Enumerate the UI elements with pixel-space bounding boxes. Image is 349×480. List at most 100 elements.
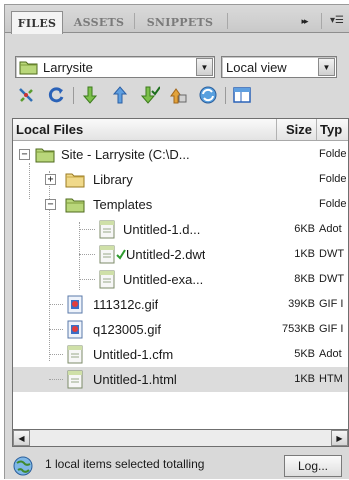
- file-type: Folde: [319, 148, 347, 160]
- tree-line: [49, 329, 63, 330]
- check-in-icon[interactable]: [167, 84, 189, 106]
- site-select-value: Larrysite: [43, 59, 93, 75]
- check-out-icon[interactable]: [139, 84, 161, 106]
- image-file-icon: [67, 320, 83, 339]
- template-file-icon: [99, 220, 115, 239]
- file-name: Untitled-1.d...: [123, 222, 201, 237]
- tree-line: [79, 229, 95, 230]
- view-select[interactable]: Local view ▼: [221, 56, 337, 78]
- log-button[interactable]: Log...: [284, 455, 342, 477]
- toolbar-divider: [73, 87, 74, 104]
- document-file-icon: [67, 370, 83, 389]
- tree-line: [49, 304, 63, 305]
- file-size: 5KB: [294, 348, 315, 360]
- tree-line: [79, 279, 95, 280]
- file-size: 753KB: [281, 323, 315, 335]
- file-size: [275, 167, 315, 192]
- template-file-icon: [99, 245, 115, 264]
- list-item[interactable]: + Library Folde: [13, 167, 348, 192]
- panel-tab-strip: FILES ASSETS SNIPPETS ▸▸ ▾☰: [5, 5, 349, 34]
- horizontal-scrollbar[interactable]: ◀ ▶: [12, 430, 349, 447]
- file-name: q123005.gif: [93, 322, 161, 337]
- connect-icon[interactable]: [15, 84, 37, 106]
- file-size: [275, 192, 315, 217]
- tab-assets[interactable]: ASSETS: [67, 11, 131, 33]
- document-file-icon: [67, 345, 83, 364]
- folder-icon: [65, 173, 85, 188]
- sync-icon[interactable]: [197, 84, 219, 106]
- file-type: Adot: [319, 223, 342, 235]
- toolbar-divider: [225, 87, 226, 104]
- file-size: 1KB: [294, 373, 315, 385]
- scroll-right-icon[interactable]: ▶: [331, 430, 348, 446]
- view-select-value: Local view: [226, 59, 287, 75]
- scroll-left-icon[interactable]: ◀: [13, 430, 30, 446]
- files-toolbar: [5, 81, 349, 109]
- file-type: DWT: [319, 273, 345, 285]
- folder-open-icon: [65, 198, 85, 213]
- list-item[interactable]: q123005.gif 753KB GIF I: [13, 317, 348, 342]
- globe-icon: [13, 456, 33, 476]
- file-size: 39KB: [288, 298, 315, 310]
- status-text: 1 local items selected totalling: [45, 457, 205, 471]
- chevron-down-icon[interactable]: ▼: [196, 58, 213, 76]
- list-item[interactable]: Untitled-exa... 8KB DWT: [13, 267, 348, 292]
- file-name: Library: [93, 172, 133, 187]
- files-panel: FILES ASSETS SNIPPETS ▸▸ ▾☰ Larrysite ▼ …: [4, 4, 349, 479]
- file-size: 6KB: [294, 223, 315, 235]
- local-files-list[interactable]: Local Files Size Typ − Site - Larrysite …: [12, 118, 349, 430]
- checkmark-icon: [116, 249, 126, 260]
- file-name: Site - Larrysite (C:\D...: [61, 147, 190, 162]
- expand-icon[interactable]: [231, 84, 253, 106]
- collapse-toggle[interactable]: −: [19, 149, 30, 160]
- file-type: GIF I: [319, 298, 344, 310]
- panel-options-menu-button[interactable]: ▾☰: [327, 11, 347, 29]
- file-type: Folde: [319, 198, 347, 210]
- file-size: 8KB: [294, 273, 315, 285]
- column-size[interactable]: Size: [277, 119, 317, 140]
- file-name: Untitled-2.dwt: [126, 247, 206, 262]
- file-type: HTM: [319, 373, 343, 385]
- file-type: DWT: [319, 248, 345, 260]
- file-name: 111312c.gif: [93, 297, 159, 312]
- column-type[interactable]: Typ: [317, 119, 348, 140]
- column-header: Local Files Size Typ: [13, 119, 348, 141]
- list-item[interactable]: − Templates Folde: [13, 192, 348, 217]
- list-item[interactable]: Untitled-2.dwt 1KB DWT: [13, 242, 348, 267]
- tab-divider: [227, 13, 228, 29]
- file-name: Untitled-1.html: [93, 372, 177, 387]
- tab-overflow-button[interactable]: ▸▸: [293, 13, 315, 29]
- refresh-icon[interactable]: [45, 84, 67, 106]
- tab-files[interactable]: FILES: [11, 11, 63, 34]
- list-item-selected[interactable]: Untitled-1.html 1KB HTM: [13, 367, 348, 392]
- put-files-icon[interactable]: [109, 84, 131, 106]
- tab-snippets[interactable]: SNIPPETS: [135, 11, 225, 33]
- file-name: Untitled-1.cfm: [93, 347, 174, 362]
- file-size: [275, 142, 315, 167]
- file-name: Untitled-exa...: [123, 272, 204, 287]
- column-local-files[interactable]: Local Files: [13, 119, 277, 140]
- file-type: GIF I: [319, 323, 344, 335]
- list-item[interactable]: Untitled-1.d... 6KB Adot: [13, 217, 348, 242]
- tree-line: [79, 254, 95, 255]
- tree-line: [49, 354, 63, 355]
- list-item[interactable]: − Site - Larrysite (C:\D... Folde: [13, 142, 348, 167]
- tree-line: [49, 379, 63, 380]
- site-select[interactable]: Larrysite ▼: [15, 56, 215, 78]
- get-files-icon[interactable]: [79, 84, 101, 106]
- status-bar: 1 local items selected totalling Log...: [5, 451, 349, 480]
- chevron-down-icon[interactable]: ▼: [318, 58, 335, 76]
- image-file-icon: [67, 295, 83, 314]
- tab-divider: [321, 13, 322, 29]
- expand-toggle[interactable]: +: [45, 174, 56, 185]
- template-file-icon: [99, 270, 115, 289]
- site-folder-icon: [19, 61, 38, 75]
- file-name: Templates: [93, 197, 153, 212]
- site-folder-icon: [35, 148, 55, 163]
- file-type: Folde: [319, 173, 347, 185]
- file-size: 1KB: [294, 248, 315, 260]
- collapse-toggle[interactable]: −: [45, 199, 56, 210]
- list-item[interactable]: 111312c.gif 39KB GIF I: [13, 292, 348, 317]
- file-type: Adot: [319, 348, 342, 360]
- list-item[interactable]: Untitled-1.cfm 5KB Adot: [13, 342, 348, 367]
